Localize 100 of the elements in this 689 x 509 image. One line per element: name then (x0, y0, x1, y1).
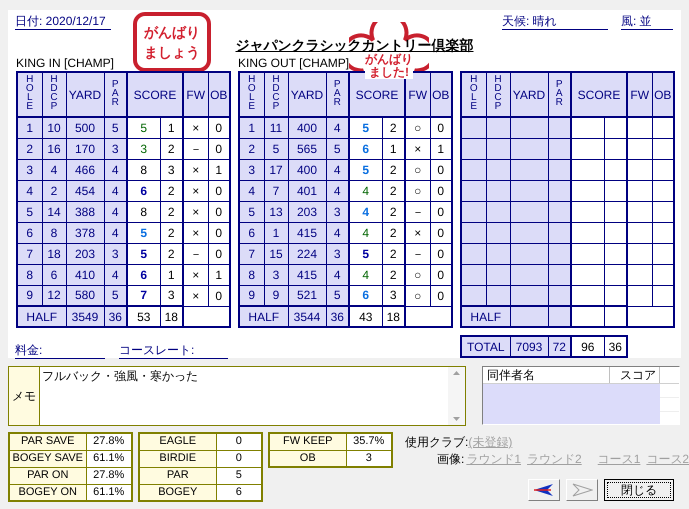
course-name: KING OUT [CHAMP] (238, 56, 350, 70)
score: 6 (362, 288, 370, 302)
score: 6 (140, 268, 148, 282)
stat-value: 5 (236, 469, 242, 481)
yardage: 378 (74, 226, 96, 240)
fairway-mark: － (190, 142, 202, 156)
column-header: HOLE (468, 75, 479, 111)
score: 3 (140, 142, 148, 156)
course-name: KING IN [CHAMP] (16, 56, 114, 70)
score: 5 (140, 246, 148, 260)
image-link[interactable]: コース2 (646, 451, 689, 468)
hole-number: 8 (248, 268, 256, 282)
column-header: SCORE (134, 88, 176, 102)
yardage: 454 (74, 184, 96, 198)
ob-count: 0 (437, 226, 444, 240)
ob-count: 0 (215, 120, 222, 135)
fairway-mark: × (192, 268, 200, 282)
half-label: HALF (470, 310, 502, 324)
ob-count: 0 (215, 226, 222, 240)
club-link[interactable]: (未登録) (468, 434, 512, 451)
stat-label: EAGLE (159, 435, 196, 448)
stat-label: BOGEY (158, 486, 198, 498)
par-value: 5 (112, 288, 119, 302)
par-value: 4 (112, 204, 119, 218)
handicap: 3 (272, 268, 280, 282)
par-value: 4 (112, 162, 119, 176)
club-label: 使用クラブ: (405, 434, 468, 451)
stat-label: FW KEEP (282, 435, 332, 448)
hole-number: 7 (26, 246, 34, 260)
score: 5 (362, 246, 370, 260)
fairway-mark: ○ (414, 268, 422, 282)
handicap: 7 (272, 184, 280, 198)
putts: 2 (168, 204, 175, 218)
column-header: YARD (68, 88, 102, 102)
ob-count: 0 (215, 184, 222, 198)
stat-value: 35.7% (353, 435, 384, 448)
column-header: SCORE (356, 88, 398, 102)
column-header: OB (432, 88, 450, 102)
ob-count: 0 (215, 204, 222, 218)
score: 4 (362, 226, 370, 240)
column-header: HDCP (493, 75, 503, 111)
handicap: 4 (50, 162, 58, 176)
par-value: 4 (112, 268, 119, 282)
column-header: HOLE (246, 75, 257, 111)
yardage: 224 (296, 246, 318, 260)
hole-number: 3 (26, 162, 34, 176)
column-header: HDCP (271, 75, 281, 111)
handicap: 1 (272, 226, 280, 240)
handicap: 10 (47, 120, 61, 135)
par-value: 4 (334, 162, 341, 176)
putts: 3 (168, 162, 175, 176)
yardage: 170 (74, 142, 96, 156)
putts: 1 (168, 120, 175, 135)
sticker-text: がんばりましょう (144, 23, 200, 62)
handicap: 13 (269, 204, 283, 218)
fairway-mark: ○ (414, 184, 422, 198)
hole-number: 7 (248, 246, 256, 260)
column-header: YARD (290, 88, 324, 102)
handicap: 5 (272, 142, 280, 156)
fee-text: 料金: (15, 342, 105, 359)
image-link[interactable]: ラウンド2 (527, 451, 582, 468)
handicap: 12 (47, 288, 61, 302)
yardage: 203 (74, 246, 96, 260)
hole-number: 5 (26, 204, 34, 218)
column-header: FW (630, 88, 650, 102)
memo-field[interactable]: フルバック・強風・寒かった (40, 367, 448, 425)
handicap: 9 (272, 288, 280, 302)
par-value: 4 (334, 120, 341, 135)
close-button[interactable]: 閉じる (604, 479, 674, 501)
stat-value: 0 (236, 435, 242, 448)
score: 6 (140, 184, 148, 198)
ob-count: 1 (215, 162, 222, 176)
column-header: SCORE (578, 88, 620, 102)
score: 7 (140, 288, 148, 302)
image-link[interactable]: ラウンド1 (466, 451, 522, 468)
yardage: 565 (296, 142, 318, 156)
ob-count: 0 (437, 184, 444, 198)
yardage: 500 (74, 120, 96, 135)
hole-number: 8 (26, 268, 34, 282)
hole-number: 9 (248, 288, 256, 302)
total-putts: 36 (608, 340, 622, 354)
stat-value: 27.8% (93, 435, 124, 448)
hole-number: 3 (248, 162, 256, 176)
par-value: 4 (112, 226, 119, 240)
total-score: 96 (581, 340, 594, 354)
ob-count: 1 (437, 142, 444, 156)
image-link[interactable]: コース1 (598, 451, 640, 468)
companion-list[interactable]: 同伴者名 スコア (482, 366, 680, 425)
hole-number: 2 (248, 142, 256, 156)
hole-number: 6 (26, 226, 34, 240)
par-value: 3 (334, 204, 341, 218)
putts: 2 (390, 204, 397, 218)
total-label: TOTAL (466, 340, 505, 354)
score: 8 (140, 204, 148, 218)
ob-count: 0 (437, 162, 444, 176)
fairway-mark: × (192, 204, 200, 218)
yardage: 388 (74, 204, 96, 218)
putts: 2 (390, 246, 397, 260)
putts: 1 (168, 268, 175, 282)
fairway-mark: － (412, 204, 424, 218)
